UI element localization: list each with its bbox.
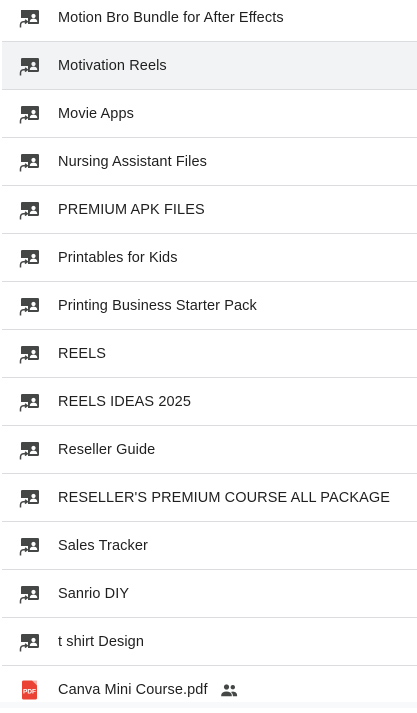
shared-folder-icon bbox=[19, 441, 39, 460]
shared-folder-icon bbox=[19, 9, 39, 28]
file-row[interactable]: Sanrio DIY bbox=[2, 570, 417, 618]
bottom-scroll-strip bbox=[0, 702, 417, 708]
shared-folder-icon bbox=[19, 633, 39, 652]
file-row[interactable]: t shirt Design bbox=[2, 618, 417, 666]
shared-folder-icon bbox=[19, 345, 39, 364]
shared-folder-icon bbox=[19, 297, 39, 316]
file-name: Motion Bro Bundle for After Effects bbox=[58, 9, 284, 26]
file-name: PREMIUM APK FILES bbox=[58, 201, 205, 218]
file-name: REELS IDEAS 2025 bbox=[58, 393, 191, 410]
shared-folder-icon bbox=[19, 585, 39, 604]
file-name: Canva Mini Course.pdf bbox=[58, 682, 238, 698]
file-name: Sanrio DIY bbox=[58, 585, 130, 602]
file-name: Motivation Reels bbox=[58, 57, 167, 74]
file-row[interactable]: PREMIUM APK FILES bbox=[2, 186, 417, 234]
file-row[interactable]: REELS IDEAS 2025 bbox=[2, 378, 417, 426]
file-row[interactable]: RESELLER'S PREMIUM COURSE ALL PACKAGE bbox=[2, 474, 417, 522]
file-row[interactable]: REELS bbox=[2, 330, 417, 378]
file-name: Reseller Guide bbox=[58, 441, 156, 458]
shared-folder-icon bbox=[19, 537, 39, 556]
file-row[interactable]: Motion Bro Bundle for After Effects bbox=[2, 0, 417, 42]
file-name: Printables for Kids bbox=[58, 249, 178, 266]
file-row[interactable]: Motivation Reels bbox=[2, 42, 417, 90]
file-row[interactable]: Sales Tracker bbox=[2, 522, 417, 570]
pdf-icon: PDF bbox=[22, 680, 37, 699]
file-row[interactable]: Printables for Kids bbox=[2, 234, 417, 282]
file-name: t shirt Design bbox=[58, 633, 145, 650]
file-list: Motion Bro Bundle for After Effects Moti… bbox=[2, 0, 417, 713]
shared-folder-icon bbox=[19, 489, 39, 508]
shared-folder-icon bbox=[19, 201, 39, 220]
shared-folder-icon bbox=[19, 249, 39, 268]
file-row[interactable]: Reseller Guide bbox=[2, 426, 417, 474]
shared-folder-icon bbox=[19, 153, 39, 172]
file-name: Movie Apps bbox=[58, 105, 134, 122]
file-name-text: Canva Mini Course.pdf bbox=[58, 681, 208, 698]
file-name: Sales Tracker bbox=[58, 537, 148, 554]
file-name: Nursing Assistant Files bbox=[58, 153, 207, 170]
file-row[interactable]: Printing Business Starter Pack bbox=[2, 282, 417, 330]
shared-people-icon bbox=[220, 684, 237, 696]
shared-folder-icon bbox=[19, 393, 39, 412]
file-name: REELS bbox=[58, 345, 107, 362]
file-name: Printing Business Starter Pack bbox=[58, 297, 257, 314]
file-name: RESELLER'S PREMIUM COURSE ALL PACKAGE bbox=[58, 489, 391, 506]
svg-text:PDF: PDF bbox=[23, 688, 36, 695]
file-row[interactable]: Movie Apps bbox=[2, 90, 417, 138]
file-row[interactable]: Nursing Assistant Files bbox=[2, 138, 417, 186]
shared-folder-icon bbox=[19, 57, 39, 76]
shared-folder-icon bbox=[19, 105, 39, 124]
